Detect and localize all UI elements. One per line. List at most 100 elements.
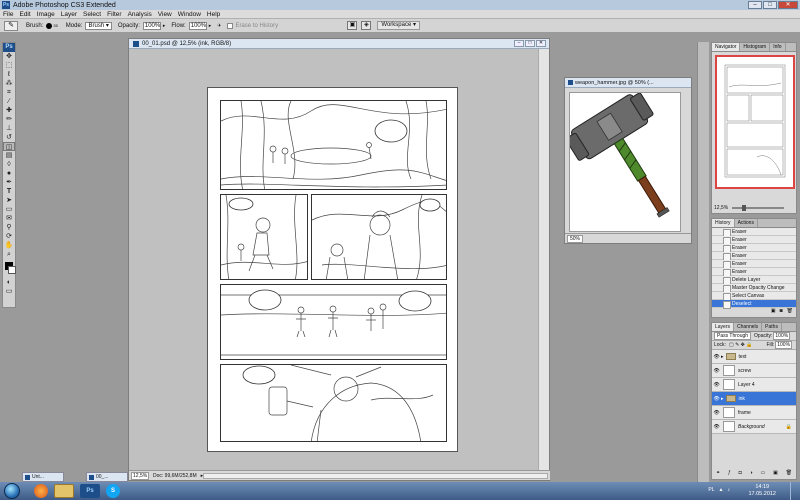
minimized-window-1[interactable]: Unt... (22, 472, 64, 482)
history-item[interactable]: Delete Layer (712, 276, 796, 285)
flow-slider-arrow[interactable]: ▸ (209, 23, 212, 29)
language-indicator[interactable]: PL (708, 487, 714, 493)
document-horizontal-scrollbar[interactable] (203, 472, 548, 479)
trash-icon[interactable]: 🗑 (786, 470, 792, 478)
tab-info[interactable]: Info (770, 43, 786, 51)
layer-style-icon[interactable]: ƒ (728, 470, 731, 478)
marquee-tool-icon[interactable]: ⬚ (3, 61, 15, 70)
doc-minimize-button[interactable]: – (514, 40, 524, 47)
tab-paths[interactable]: Paths (762, 323, 782, 331)
eye-icon[interactable]: 👁 (712, 368, 721, 374)
window-title-bar[interactable]: Ps Adobe Photoshop CS3 Extended – □ ✕ (0, 0, 800, 10)
hand-tool-icon[interactable]: ✋ (3, 241, 15, 250)
history-item[interactable]: Select Canvas (712, 292, 796, 301)
eye-icon[interactable]: 👁 (712, 410, 721, 416)
document-window[interactable]: 00_01.psd @ 12,5% (ink, RGB/8) – □ ✕ 12,… (128, 38, 550, 481)
document-size-info[interactable]: Doc: 99,6M/252,8M (153, 473, 197, 479)
history-item-selected[interactable]: Deselect (712, 300, 796, 309)
layer-row-screw[interactable]: 👁 screw (712, 364, 796, 378)
tab-layers[interactable]: Layers (712, 323, 735, 331)
eraser-tool-preset-icon[interactable]: ✎ (4, 20, 18, 31)
background-color[interactable] (8, 266, 16, 274)
slice-tool-icon[interactable]: ∕ (3, 97, 15, 106)
menu-analysis[interactable]: Analysis (128, 11, 152, 18)
magic-wand-icon[interactable]: ⁂ (3, 79, 15, 88)
layer-row-ink[interactable]: 👁 ▸ ink (712, 392, 796, 406)
expand-arrow-icon[interactable]: ▸ (721, 396, 724, 402)
new-layer-icon[interactable]: ▣ (773, 470, 778, 478)
menu-select[interactable]: Select (83, 11, 101, 18)
new-group-icon[interactable]: ▭ (760, 470, 765, 478)
brush-preview-icon[interactable] (46, 22, 53, 29)
history-item[interactable]: Eraser (712, 252, 796, 261)
mode-select[interactable]: Brush ▾ (85, 21, 112, 30)
link-layers-icon[interactable]: ⚭ (716, 470, 720, 478)
show-desktop-button[interactable] (790, 482, 800, 500)
navigator-zoom-slider[interactable] (732, 205, 785, 211)
layer-row-frame[interactable]: 👁 frame (712, 406, 796, 420)
eye-icon[interactable]: 👁 (712, 354, 721, 360)
brush-size[interactable]: 35 (53, 23, 57, 28)
shape-tool-icon[interactable]: ▭ (3, 205, 15, 214)
trash-icon[interactable]: 🗑 (787, 308, 793, 314)
history-item[interactable]: Master Opacity Change (712, 284, 796, 293)
layer-name[interactable]: text (739, 354, 747, 360)
opacity-slider-arrow[interactable]: ▸ (163, 23, 166, 29)
doc-restore-button[interactable]: □ (525, 40, 535, 47)
layer-row-background[interactable]: 👁 Background 🔒 (712, 420, 796, 434)
hammer-zoom-field[interactable]: 50% (567, 234, 584, 243)
dodge-tool-icon[interactable]: ● (3, 169, 15, 178)
panel-dock-strip[interactable] (697, 42, 709, 482)
layer-name[interactable]: Background (738, 424, 765, 430)
tab-histogram[interactable]: Histogram (740, 43, 771, 51)
history-brush-icon[interactable]: ↺ (3, 133, 15, 142)
eyedropper-icon[interactable]: ⚲ (3, 223, 15, 232)
bridge-icon[interactable]: ◈ (361, 21, 372, 30)
close-button[interactable]: ✕ (778, 1, 798, 9)
canvas-area[interactable] (129, 49, 539, 471)
layer-name[interactable]: screw (738, 368, 751, 374)
history-item[interactable]: Eraser (712, 260, 796, 269)
menu-edit[interactable]: Edit (19, 11, 30, 18)
gradient-tool-icon[interactable]: ▤ (3, 151, 15, 160)
palette-well-icon[interactable]: ▣ (347, 21, 358, 30)
ps-logo[interactable]: Ps (3, 43, 15, 52)
layer-row-layer-4[interactable]: 👁 Layer 4 (712, 378, 796, 392)
navigator-zoom-value[interactable]: 12,5% (714, 205, 728, 211)
new-document-from-state-icon[interactable]: ▣ (771, 308, 776, 314)
history-item[interactable]: Eraser (712, 244, 796, 253)
eye-icon[interactable]: 👁 (712, 396, 721, 402)
history-item[interactable]: Eraser (712, 228, 796, 237)
workspace-menu[interactable]: Workspace ▾ (377, 21, 420, 30)
layer-row-text[interactable]: 👁 ▸ text (712, 350, 796, 364)
photoshop-taskbar-icon[interactable]: Ps (80, 484, 100, 498)
menu-help[interactable]: Help (207, 11, 220, 18)
create-snapshot-icon[interactable]: ◙ (780, 308, 783, 314)
lasso-tool-icon[interactable]: ℓ (3, 70, 15, 79)
comic-page[interactable] (207, 87, 458, 452)
blur-tool-icon[interactable]: ◊ (3, 160, 15, 169)
healing-tool-icon[interactable]: ✚ (3, 106, 15, 115)
menu-window[interactable]: Window (178, 11, 201, 18)
screen-mode-icon[interactable]: ▭ (3, 287, 15, 296)
eye-icon[interactable]: 👁 (712, 382, 721, 388)
3d-rotate-icon[interactable]: ⟳ (3, 232, 15, 241)
menu-view[interactable]: View (158, 11, 172, 18)
notes-tool-icon[interactable]: ✉ (3, 214, 15, 223)
tab-history[interactable]: History (712, 219, 735, 227)
tab-channels[interactable]: Channels (734, 323, 763, 331)
menu-layer[interactable]: Layer (61, 11, 77, 18)
menu-file[interactable]: File (3, 11, 13, 18)
brush-tool-icon[interactable]: ✏ (3, 115, 15, 124)
network-icon[interactable]: ▲ (719, 487, 724, 493)
hammer-image[interactable] (565, 92, 681, 232)
layer-name[interactable]: ink (739, 396, 745, 402)
expand-arrow-icon[interactable]: ▸ (721, 354, 724, 360)
fill-input[interactable]: 100% (775, 341, 793, 349)
type-tool-icon[interactable]: T (3, 187, 15, 196)
eraser-tool-icon[interactable]: ◫ (3, 142, 15, 151)
stamp-tool-icon[interactable]: ⊥ (3, 124, 15, 133)
blend-mode-select[interactable]: Pass Through (714, 332, 752, 340)
lock-icons[interactable]: ▢ ✎ ✥ 🔒 (729, 342, 753, 348)
airbrush-icon[interactable]: ✈ (217, 23, 221, 29)
